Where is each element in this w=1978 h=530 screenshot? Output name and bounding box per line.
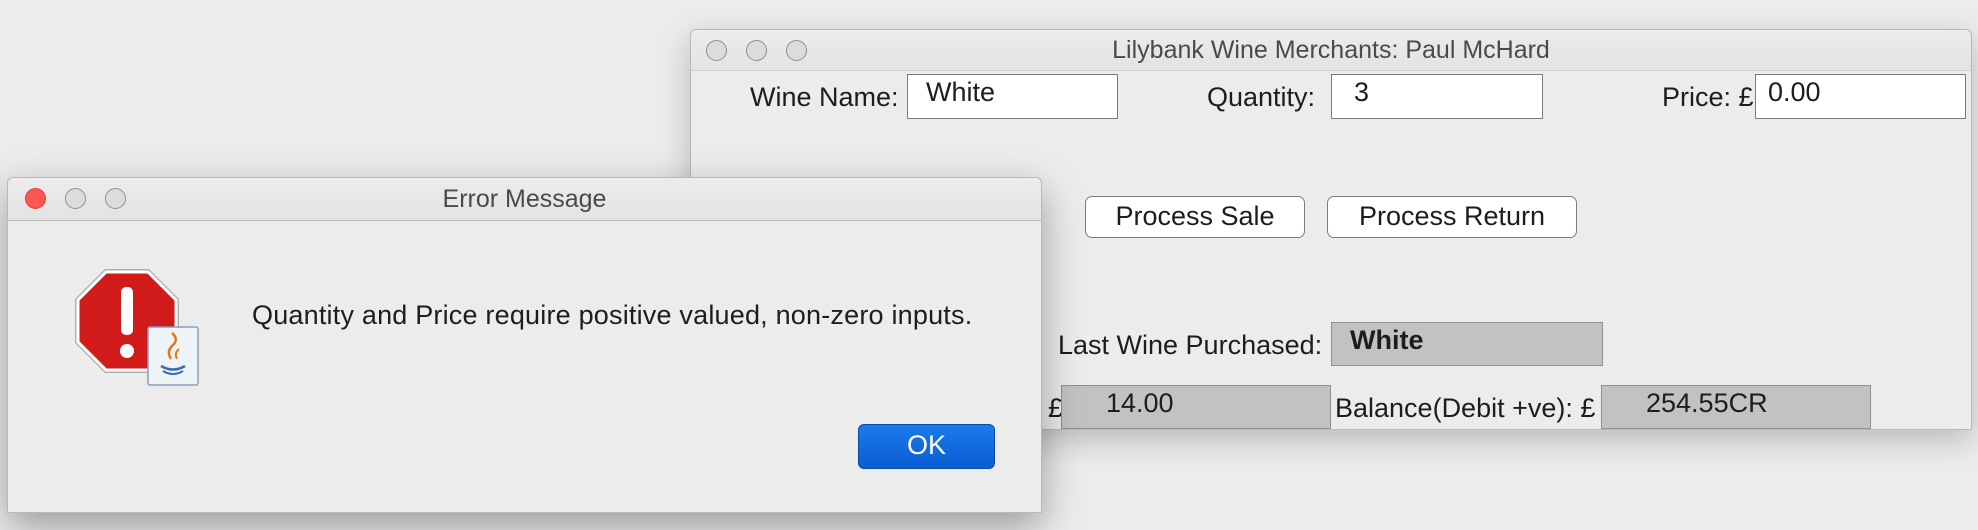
quantity-input[interactable]: 3 [1331, 74, 1543, 119]
error-stop-icon [71, 263, 201, 388]
last-wine-output: White [1331, 322, 1603, 366]
balance-output: 254.55CR [1601, 385, 1871, 429]
wine-name-label: Wine Name: [750, 82, 899, 112]
process-return-button[interactable]: Process Return [1327, 196, 1577, 238]
error-message-text: Quantity and Price require positive valu… [252, 300, 973, 330]
ok-button[interactable]: OK [858, 424, 995, 469]
last-wine-label: Last Wine Purchased: [1058, 330, 1323, 360]
dialog-titlebar: Error Message [8, 178, 1041, 221]
process-sale-button[interactable]: Process Sale [1085, 196, 1305, 238]
error-dialog: Error Message Quantity and Price require… [7, 177, 1042, 513]
price-label: Price: £ [1662, 82, 1754, 112]
quantity-label: Quantity: [1207, 82, 1316, 112]
wine-name-input[interactable]: White [907, 74, 1118, 119]
amount-output: 14.00 [1061, 385, 1331, 429]
java-badge-icon [147, 326, 199, 386]
dialog-title: Error Message [442, 185, 607, 213]
main-titlebar: Lilybank Wine Merchants: Paul McHard [691, 30, 1971, 71]
balance-label: Balance(Debit +ve): £ [1335, 393, 1596, 423]
price-input[interactable]: 0.00 [1755, 74, 1966, 119]
window-title: Lilybank Wine Merchants: Paul McHard [1112, 36, 1550, 64]
